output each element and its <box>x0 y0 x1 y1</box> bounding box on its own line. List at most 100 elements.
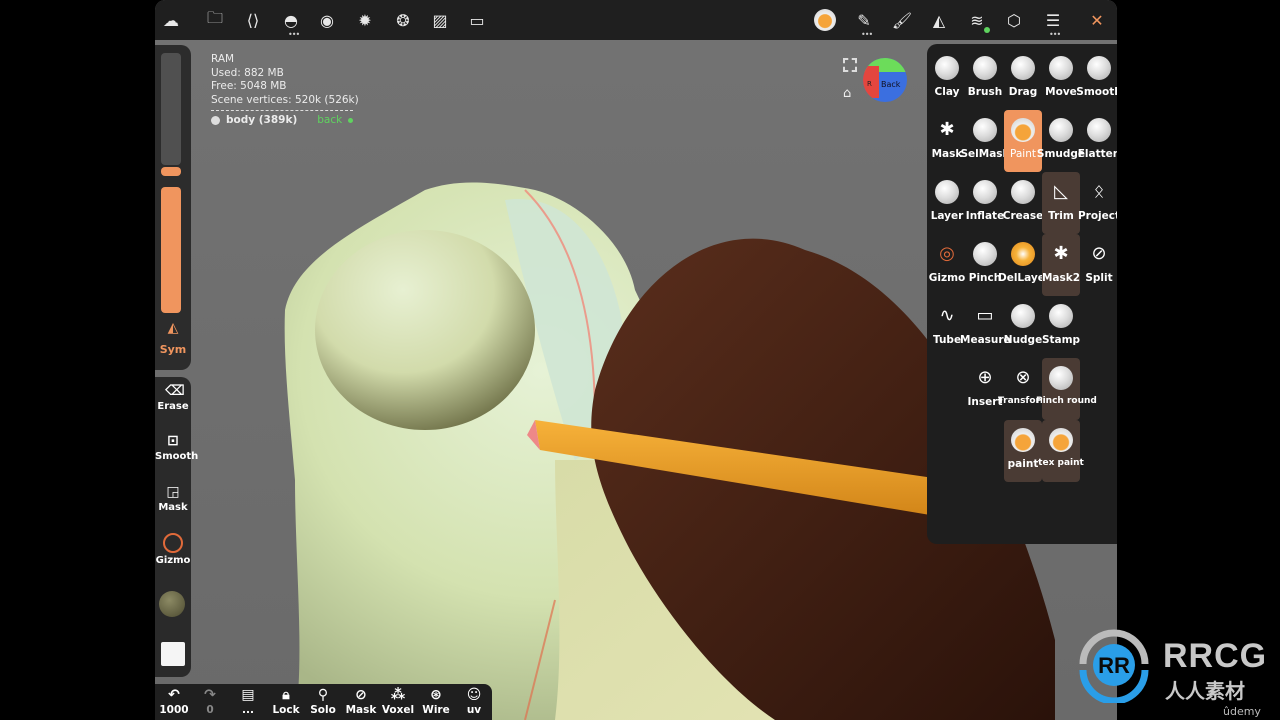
paint-color-swatch[interactable] <box>161 642 185 666</box>
document-button[interactable]: ▤... <box>231 686 265 716</box>
tool-tex-paint[interactable]: tex paint <box>1038 420 1084 482</box>
scene-icon[interactable]: ◓ <box>279 8 303 32</box>
lock-button[interactable]: 🔒︎ Lock <box>269 686 303 716</box>
smooth-icon: ⊡ <box>167 433 179 449</box>
tool-inflate[interactable]: Inflate <box>966 172 1004 234</box>
stroke-menu-dots: ••• <box>861 30 873 39</box>
tool-pinch-round[interactable]: Pinch round <box>1036 358 1097 420</box>
image-icon[interactable]: ▨ <box>428 8 452 32</box>
mask-icon: ◲ <box>166 484 180 500</box>
redo-count: 0 <box>206 704 214 716</box>
tool-insert[interactable]: ⊕ Insert <box>966 358 1004 420</box>
lock-icon: 🔒︎ <box>282 687 290 703</box>
undo-button[interactable]: ↶ 1000 <box>157 686 191 716</box>
tool-smudge[interactable]: Smudge <box>1037 110 1085 172</box>
search-icon: ⚲ <box>317 687 329 703</box>
gizmo-button[interactable]: Gizmo <box>155 533 191 566</box>
tube-icon: ∿ <box>939 305 955 326</box>
share-icon[interactable]: ⟨⟩ <box>241 8 265 32</box>
tools-icon[interactable]: ✕ <box>1085 8 1109 32</box>
material-color-swatch[interactable] <box>159 591 185 617</box>
split-icon: ⊘ <box>1091 243 1107 264</box>
tool-move[interactable]: Move <box>1042 48 1080 110</box>
material-sphere-icon[interactable] <box>813 8 837 32</box>
erase-button[interactable]: ⌫ Erase <box>155 383 191 412</box>
right-tool-panel: ClayBrushDragMoveSmooth ✱MaskSelMaskPaint… <box>927 44 1117 544</box>
mask-visibility-button[interactable]: ⊘ Mask <box>344 686 378 716</box>
wire-icon: ⊛ <box>430 687 442 703</box>
symmetry-icon: ◭ <box>167 320 179 336</box>
object-icon <box>211 116 220 126</box>
layer-status-dot <box>348 118 354 124</box>
tool-smooth[interactable]: Smooth <box>1076 48 1117 110</box>
svg-text:RR: RR <box>1098 653 1130 678</box>
view-cube[interactable]: R Back <box>863 58 907 102</box>
mask-button[interactable]: ◲ Mask <box>155 484 191 513</box>
tool-settings-icon[interactable]: ☰ <box>1041 8 1065 32</box>
cloud-icon[interactable]: ☁ <box>159 8 183 32</box>
smooth-button[interactable]: ⊡ Smooth <box>155 433 198 462</box>
tool-clay[interactable]: Clay <box>928 48 966 110</box>
tool-mask[interactable]: ✱ Mask <box>928 110 966 172</box>
matcap-sphere-icon[interactable]: ◉ <box>315 8 339 32</box>
folder-icon[interactable]: 🗀 <box>203 8 227 32</box>
erase-label: Erase <box>157 401 189 412</box>
tool-paint[interactable]: paint <box>1004 420 1042 482</box>
top-toolbar: ☁ 🗀 ⟨⟩ ◓ ••• ◉ ✹ ❂ ▨ ▭ ✎ ••• 🖌 ◭ ≋ ⬡ ☰ •… <box>155 0 1117 40</box>
voxel-button[interactable]: ⁂ Voxel <box>381 686 415 716</box>
tool-selmask[interactable]: SelMask <box>960 110 1010 172</box>
tool-crease[interactable]: Crease <box>1003 172 1043 234</box>
radius-slider[interactable] <box>161 53 181 165</box>
smooth-icon <box>1087 56 1111 80</box>
intensity-slider[interactable] <box>161 187 181 313</box>
view-cube-face-label: Back <box>881 80 901 89</box>
tool-measure[interactable]: ▭ Measure <box>960 296 1011 358</box>
tool-label: Split <box>1085 272 1113 284</box>
solo-label: Solo <box>310 704 336 716</box>
tool-label: Project <box>1077 210 1117 222</box>
tool-split[interactable]: ⊘ Split <box>1080 234 1117 296</box>
object-row[interactable]: body (389k) back <box>211 114 359 128</box>
fullscreen-icon[interactable] <box>843 58 857 72</box>
environment-icon[interactable]: ❂ <box>391 8 415 32</box>
home-icon[interactable]: ⌂ <box>843 86 851 101</box>
uv-label: uv <box>466 704 482 716</box>
tool-brush[interactable]: Brush <box>966 48 1004 110</box>
tool-drag[interactable]: Drag <box>1004 48 1042 110</box>
tool-layer[interactable]: Layer <box>928 172 966 234</box>
tool-tube[interactable]: ∿ Tube <box>928 296 966 358</box>
tool-paint[interactable]: Paint <box>1004 110 1042 172</box>
tool-pinch[interactable]: Pinch <box>966 234 1004 296</box>
tool-trim[interactable]: ◺ Trim <box>1042 172 1080 234</box>
tool-project[interactable]: ᛟ Project <box>1078 172 1117 234</box>
stroke-icon[interactable]: ✎ <box>852 8 876 32</box>
view-cube-side-label: R <box>867 80 872 88</box>
smooth-label: Smooth <box>155 451 199 462</box>
tool-mask2[interactable]: ✱ Mask2 <box>1042 234 1080 296</box>
uv-button[interactable]: ☺ uv <box>457 686 491 716</box>
light-icon[interactable]: ✹ <box>353 8 377 32</box>
redo-button[interactable]: ↷ 0 <box>193 686 227 716</box>
active-layer-name[interactable]: back <box>317 114 342 128</box>
pinch-icon <box>973 242 997 266</box>
tool-flatten[interactable]: Flatten <box>1078 110 1117 172</box>
undo-icon: ↶ <box>168 687 180 703</box>
tool-transform[interactable]: ⊗ Transform <box>998 358 1049 420</box>
wire-button[interactable]: ⊛ Wire <box>419 686 453 716</box>
settings-icon[interactable]: ⬡ <box>1002 8 1026 32</box>
tool-gizmo[interactable]: ◎ Gizmo <box>928 234 966 296</box>
video-icon[interactable]: ▭ <box>465 8 489 32</box>
bottom-toolbar: ↶ 1000 ↷ 0 ▤... 🔒︎ Lock ⚲ Solo ⊘ Mask ⁂ Voxel … <box>155 684 492 720</box>
tool-stamp[interactable]: Stamp <box>1042 296 1080 358</box>
sym-toggle[interactable]: Sym <box>155 343 191 356</box>
lock-label: Lock <box>272 704 300 716</box>
tex-paint-icon <box>1049 428 1073 452</box>
solo-button[interactable]: ⚲ Solo <box>306 686 340 716</box>
gizmo-label: Gizmo <box>155 555 191 566</box>
symmetry-icon[interactable]: ◭ <box>927 8 951 32</box>
radius-slider-fill[interactable] <box>161 167 181 176</box>
painting-icon[interactable]: 🖌 <box>890 8 914 32</box>
measure-icon: ▭ <box>976 305 994 326</box>
tool-nudge[interactable]: Nudge <box>1004 296 1042 358</box>
tool-dellayer[interactable]: DelLayer <box>998 234 1050 296</box>
